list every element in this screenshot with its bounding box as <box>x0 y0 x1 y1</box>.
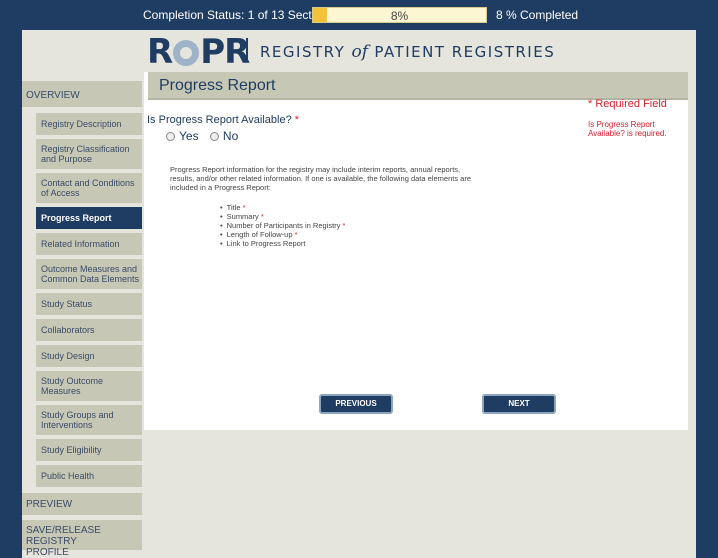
sidebar-item-collaborators[interactable]: Collaborators <box>36 319 142 341</box>
logo-divider <box>246 38 248 62</box>
percent-completed-text: 8 % Completed <box>496 8 579 22</box>
required-field-legend: * Required Field <box>588 98 667 110</box>
sidebar-item-outcome-measures[interactable]: Outcome Measures and Common Data Element… <box>36 259 142 289</box>
sidebar-item-related-information[interactable]: Related Information <box>36 233 142 255</box>
page-title: Progress Report <box>159 77 276 94</box>
sidebar-item-study-eligibility[interactable]: Study Eligibility <box>36 439 142 461</box>
radio-option-yes[interactable]: Yes <box>166 129 199 143</box>
progress-percent-label: 8% <box>390 9 409 23</box>
data-element-item: Link to Progress Report <box>220 239 345 248</box>
progress-report-radio-group: Yes No <box>166 129 246 143</box>
main-frame: R PR REGISTRY of PATIENT REGISTRIES OVERV… <box>22 30 696 558</box>
sidebar-item-study-outcome-measures[interactable]: Study Outcome Measures <box>36 371 142 401</box>
radio-no[interactable] <box>209 132 219 141</box>
sidebar-item-study-status[interactable]: Study Status <box>36 293 142 315</box>
completion-progress-bar: 8% <box>312 7 487 23</box>
next-button[interactable]: NEXT <box>482 394 556 414</box>
data-element-item: Title * <box>220 203 345 212</box>
completion-status-text: Completion Status: 1 of 13 Sections <box>143 8 334 22</box>
sidebar-item-contact-conditions[interactable]: Contact and Conditions of Access <box>36 173 142 203</box>
radio-yes[interactable] <box>166 132 175 141</box>
ropr-logo: R PR <box>147 32 250 72</box>
progress-report-question: Is Progress Report Available? * <box>147 114 300 126</box>
sidebar-overview[interactable]: OVERVIEW <box>22 81 142 107</box>
sidebar-item-registry-classification[interactable]: Registry Classification and Purpose <box>36 139 142 169</box>
sidebar-item-study-design[interactable]: Study Design <box>36 345 142 367</box>
previous-button[interactable]: PREVIOUS <box>319 394 393 414</box>
sidebar-item-progress-report[interactable]: Progress Report <box>36 207 142 229</box>
page-title-bar: Progress Report <box>148 72 688 100</box>
required-mark: * <box>294 114 300 126</box>
logo-tagline: REGISTRY of PATIENT REGISTRIES <box>260 42 556 62</box>
data-element-item: Summary * <box>220 212 345 221</box>
progress-report-description: Progress Report information for the regi… <box>170 165 472 192</box>
sidebar-item-study-groups[interactable]: Study Groups and Interventions <box>36 405 142 435</box>
data-elements-list: Title * Summary * Number of Participants… <box>220 203 346 248</box>
data-element-item: Length of Follow-up * <box>220 230 345 239</box>
validation-message: Is Progress Report Available? is require… <box>588 120 667 138</box>
content-panel: Progress Report * Required Field Is Prog… <box>144 72 688 430</box>
sidebar-item-public-health[interactable]: Public Health <box>36 465 142 487</box>
completion-status-bar: Completion Status: 1 of 13 Sections 8% 8… <box>0 0 718 30</box>
sidebar-item-registry-description[interactable]: Registry Description <box>36 113 142 135</box>
data-element-item: Number of Participants in Registry * <box>220 221 346 230</box>
radio-option-no[interactable]: No <box>209 129 238 143</box>
header: R PR REGISTRY of PATIENT REGISTRIES <box>22 30 696 72</box>
logo-circle-icon <box>173 40 200 66</box>
sidebar-save-release[interactable]: SAVE/RELEASE REGISTRY PROFILE <box>22 520 142 558</box>
sidebar-preview[interactable]: PREVIEW <box>22 493 142 515</box>
